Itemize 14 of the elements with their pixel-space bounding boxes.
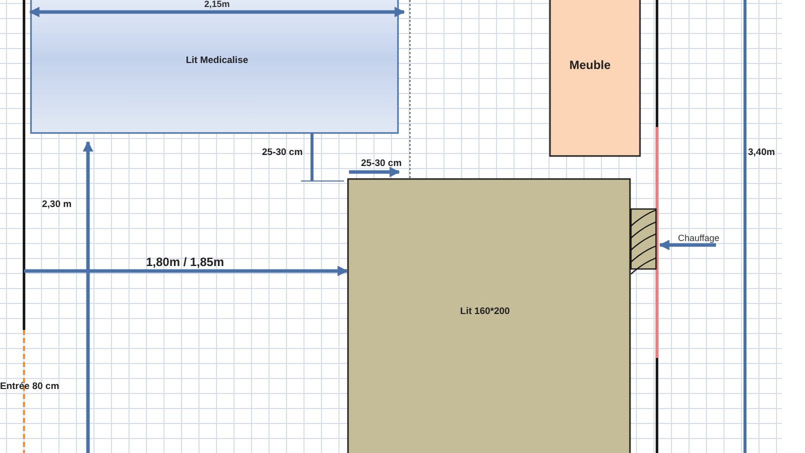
dimension-arrow <box>349 166 400 178</box>
entrance-label: Entrée 80 cm <box>0 382 60 392</box>
dimension-label: 1,80m / 1,85m <box>146 256 224 268</box>
furniture-label: Meuble <box>569 59 611 71</box>
dimension-label: 2,15m <box>204 0 230 9</box>
dimension-label: 25-30 cm <box>361 159 402 168</box>
dimension-label: 25-30 cm <box>262 148 303 158</box>
furniture-label: Lit 160*200 <box>460 307 510 316</box>
dimension-marker <box>300 133 344 182</box>
furniture-label: Lit Medicalise <box>186 56 248 66</box>
dimension-label: 3,40m <box>748 148 775 158</box>
heater-label: Chauffage <box>678 234 720 243</box>
dimension-label: 2,30 m <box>42 200 72 210</box>
radiator-hatched-block <box>630 208 657 274</box>
